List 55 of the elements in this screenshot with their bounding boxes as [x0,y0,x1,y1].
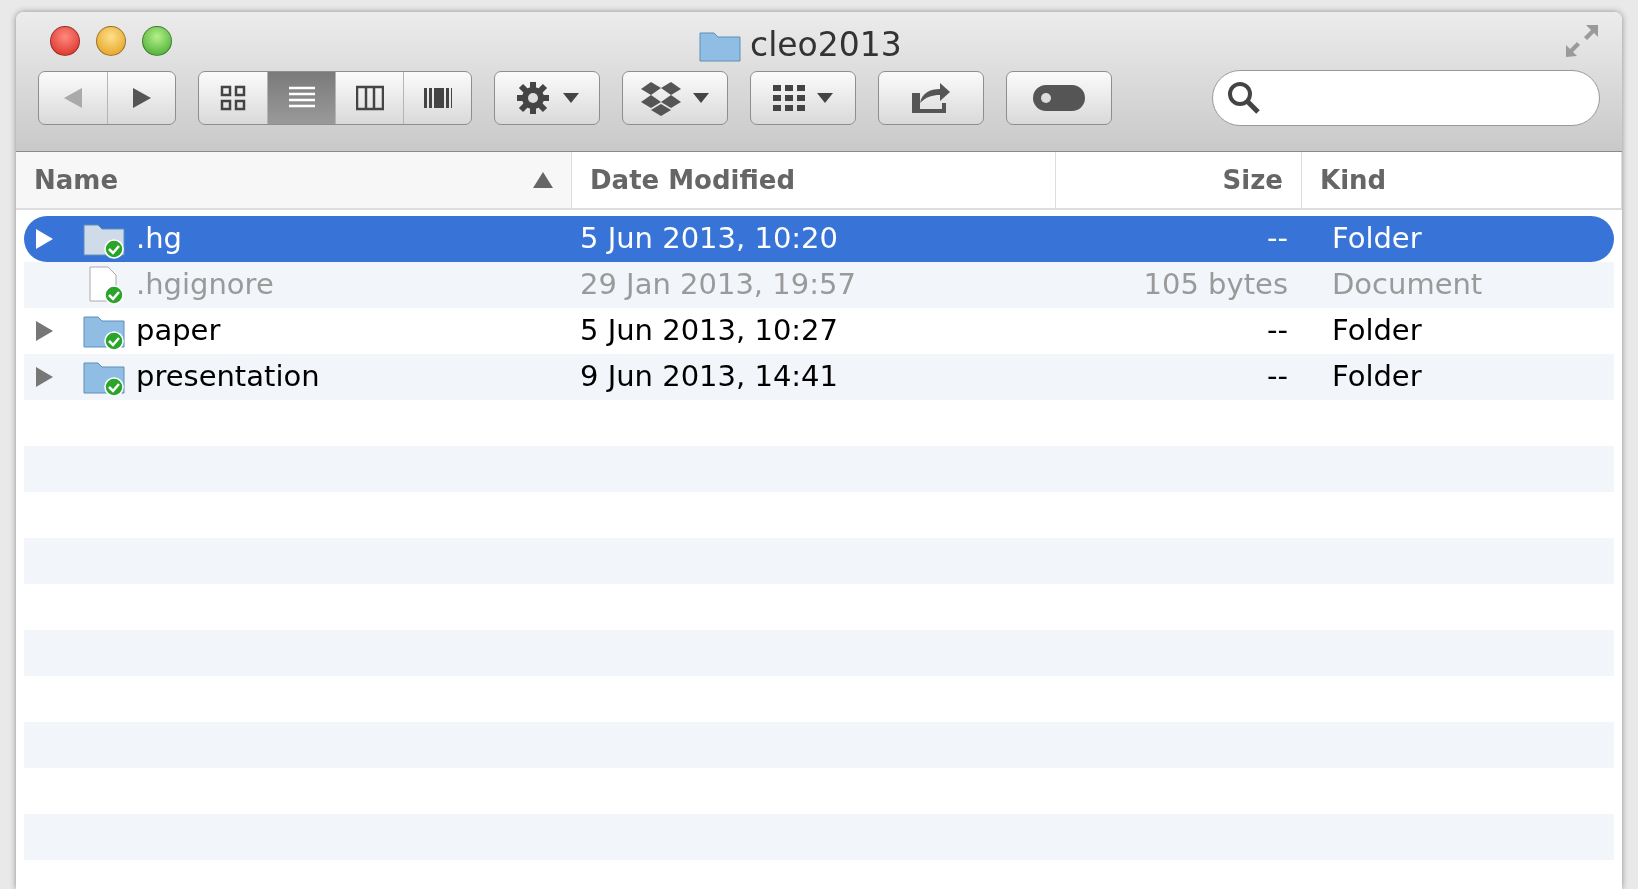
date-modified: 5 Jun 2013, 10:20 [580,221,839,256]
arrange-button[interactable] [750,71,856,125]
minimize-button[interactable] [96,26,126,56]
column-header[interactable]: Size [1222,160,1283,200]
back-icon [62,86,84,110]
caret-icon [817,93,833,103]
close-button[interactable] [50,26,80,56]
action-button[interactable] [494,71,600,125]
column-header[interactable]: Date Modified [590,160,796,200]
gear-icon [515,80,551,116]
zoom-button[interactable] [142,26,172,56]
file-name: .hgignore [136,266,275,304]
disclosure-triangle-icon[interactable] [34,320,54,342]
window-title: cleo2013 [750,24,902,66]
file-kind: Document [1331,267,1484,302]
disclosure-triangle-icon[interactable] [34,228,54,250]
tags-button[interactable] [1006,71,1112,125]
column-header-cell[interactable]: Date Modified [572,152,1056,208]
share-icon [910,81,952,115]
share-button[interactable] [878,71,984,125]
file-kind: Folder [1331,313,1423,348]
column-header-cell[interactable]: Name [16,152,572,208]
file-kind: Folder [1331,221,1423,256]
file-size: -- [1266,312,1289,350]
file-kind: Folder [1331,359,1423,394]
date-modified: 9 Jun 2013, 14:41 [580,359,839,394]
file-size: 105 bytes [1142,266,1289,304]
column-header[interactable]: Kind [1320,160,1387,200]
column-header-cell[interactable]: Size [1056,152,1302,208]
search-icon [1227,81,1261,115]
disclosure-triangle-icon[interactable] [34,366,54,388]
file-row[interactable]: .hg 5 Jun 2013, 10:20 -- Folder [24,216,1614,262]
view-button[interactable] [267,72,335,124]
dropbox-button[interactable] [622,71,728,125]
date-modified: 29 Jan 2013, 19:57 [580,267,857,302]
file-size: -- [1266,358,1289,396]
search-field[interactable] [1212,70,1600,126]
grid-icon [219,84,247,112]
forward-icon [130,86,153,110]
file-row[interactable]: paper 5 Jun 2013, 10:27 -- Folder [24,308,1614,354]
caret-icon [563,93,579,103]
file-row[interactable]: presentation 9 Jun 2013, 14:41 -- Folder [24,354,1614,400]
file-name: .hg [136,220,183,258]
date-modified: 5 Jun 2013, 10:27 [580,313,839,348]
file-size: -- [1266,220,1289,258]
columns-icon [355,84,384,112]
toggle-icon [1032,84,1086,112]
column-header-cell[interactable]: Kind [1302,152,1622,208]
file-name: paper [136,312,222,350]
box-icon [641,80,681,116]
grid-icon [773,83,805,113]
file-name: presentation [136,358,321,396]
column-header[interactable]: Name [34,160,119,200]
caret-icon [693,93,709,103]
sort-arrow-icon[interactable] [533,172,553,188]
